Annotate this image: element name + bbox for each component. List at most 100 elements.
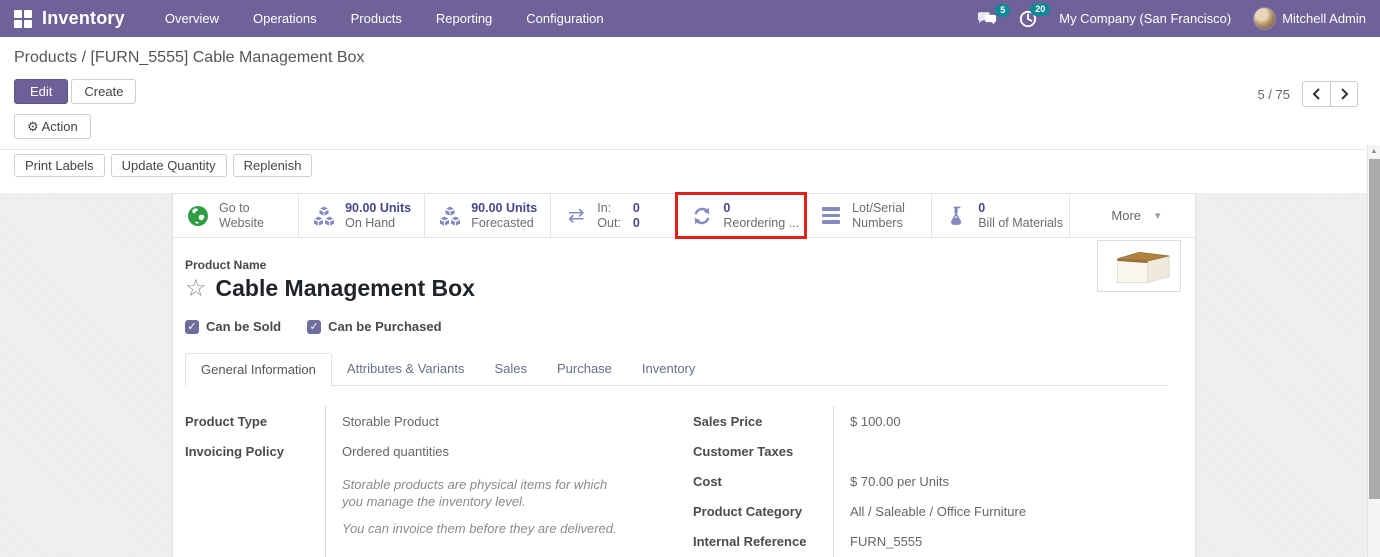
pager: 5 / 75 [1257,81,1366,107]
refresh-icon [690,206,714,226]
lot-serial-numbers-button[interactable]: Lot/Serial Numbers [806,194,933,237]
vertical-scrollbar[interactable]: ▲ [1367,145,1380,557]
nav-item-products[interactable]: Products [337,2,416,35]
product-type-label: Product Type [185,413,268,429]
customer-taxes-value[interactable] [833,436,1151,466]
field-row-internal-reference: Internal Reference FURN_5555 [693,526,1151,556]
company-switcher[interactable]: My Company (San Francisco) [1059,11,1231,26]
product-title: Cable Management Box [215,275,475,301]
bom-value: 0 [978,200,986,215]
flask-icon [945,206,969,226]
chevron-left-icon [1312,88,1320,100]
replenish-button[interactable]: Replenish [232,154,313,177]
storable-help-text: Storable products are physical items for… [325,466,647,553]
product-form-sheet: Go to Website 90.00 Units On Hand 90.00 … [172,192,1196,557]
edit-button[interactable]: Edit [14,79,69,104]
user-menu[interactable]: Mitchell Admin [1253,7,1366,30]
more-label: More [1111,208,1142,223]
go-to-website-button[interactable]: Go to Website [173,194,300,237]
reordering-value: 0 [723,200,731,215]
lot-serial-line1: Lot/Serial [852,200,905,215]
forecasted-stat-button[interactable]: 90.00 Units Forecasted [425,194,552,237]
apps-grid-icon[interactable] [14,9,32,28]
statusbar: Print Labels Update Quantity Replenish [0,149,1380,182]
print-labels-button[interactable]: Print Labels [14,154,105,177]
product-type-value[interactable]: Storable Product [325,406,647,436]
cost-value[interactable]: $ 70.00 per Units [833,466,1151,496]
tab-general-information[interactable]: General Information [185,353,332,386]
can-be-sold-label: Can be Sold [206,319,282,334]
sales-price-value[interactable]: $ 100.00 [833,406,1151,436]
field-row-unit-of-measure: Unit of Measure Units [185,553,647,557]
field-row-customer-taxes: Customer Taxes [693,436,1151,466]
bill-of-materials-stat-button[interactable]: 0 Bill of Materials [932,194,1070,237]
on-hand-value: 90.00 Units [345,200,412,215]
field-row-sales-price: Sales Price $ 100.00 [693,406,1151,436]
reordering-label: Reordering ... [723,215,800,230]
field-row-help-text: Storable products are physical items for… [185,466,647,553]
globe-icon [186,205,210,227]
nav-menu: Overview Operations Products Reporting C… [151,2,618,35]
go-to-website-line2: Website [219,215,264,230]
pager-next-button[interactable] [1330,81,1358,107]
reordering-rules-stat-button[interactable]: 0 Reordering ... [675,192,808,239]
caret-down-icon: ▾ [1155,210,1161,222]
messages-count-badge: 5 [995,3,1011,17]
go-to-website-line1: Go to [219,200,250,215]
tab-inventory[interactable]: Inventory [627,353,710,386]
can-be-purchased-checkbox[interactable]: ✓ Can be Purchased [307,319,442,334]
nav-item-reporting[interactable]: Reporting [422,2,506,35]
in-label: In: [597,200,612,215]
update-quantity-button[interactable]: Update Quantity [110,154,227,177]
messages-button[interactable]: 5 [977,3,1011,27]
favorite-star-icon[interactable]: ☆ [185,276,207,301]
bars-icon [822,207,841,224]
breadcrumb-current: [FURN_5555] Cable Management Box [90,49,365,66]
breadcrumb: Products / [FURN_5555] Cable Management … [14,49,1366,67]
internal-reference-value[interactable]: FURN_5555 [833,526,1151,556]
fields-right-column: Sales Price $ 100.00 Customer Taxes Cost… [693,406,1151,557]
tab-sales[interactable]: Sales [479,353,542,386]
create-button[interactable]: Create [71,79,137,104]
tab-attributes-variants[interactable]: Attributes & Variants [332,353,480,386]
chat-icon [978,11,997,25]
invoicing-policy-value[interactable]: Ordered quantities [325,436,647,466]
help-line-2: You can invoice them before they are del… [342,521,617,536]
scrollbar-thumb[interactable] [1369,159,1380,499]
transfer-arrows-icon: ⇄ [567,204,585,227]
action-button-label: Action [41,119,78,134]
cable-box-picture [1117,251,1170,284]
control-panel: Products / [FURN_5555] Cable Management … [0,37,1380,149]
can-be-sold-checkbox[interactable]: ✓ Can be Sold [185,319,281,334]
product-name-field-label: Product Name [185,258,267,272]
app-name[interactable]: Inventory [42,8,125,29]
unit-of-measure-value[interactable]: Units [325,553,647,557]
fields-left-column: Product Type Storable Product Invoicing … [185,406,647,557]
breadcrumb-products[interactable]: Products [14,49,77,66]
product-image[interactable] [1097,240,1181,292]
nav-item-configuration[interactable]: Configuration [512,2,617,35]
forecasted-value: 90.00 Units [471,200,538,215]
out-label: Out: [597,215,621,230]
nav-item-overview[interactable]: Overview [151,2,233,35]
nav-item-operations[interactable]: Operations [239,2,331,35]
cubes-icon [438,204,462,227]
pager-previous-button[interactable] [1302,81,1330,107]
invoicing-policy-label: Invoicing Policy [185,443,284,459]
field-row-product-category: Product Category All / Saleable / Office… [693,496,1151,526]
field-row-cost: Cost $ 70.00 per Units [693,466,1151,496]
on-hand-stat-button[interactable]: 90.00 Units On Hand [299,194,426,237]
field-row-invoicing-policy: Invoicing Policy Ordered quantities [185,436,647,466]
tab-purchase[interactable]: Purchase [542,353,627,386]
help-line-1: Storable products are physical items for… [342,477,608,509]
internal-reference-label: Internal Reference [693,533,807,549]
activities-button[interactable]: 20 [1019,2,1051,28]
notebook-tabs: General Information Attributes & Variant… [185,353,1167,386]
more-dropdown-button[interactable]: More ▾ [1070,194,1195,237]
product-category-value[interactable]: All / Saleable / Office Furniture [833,496,1151,526]
out-value: 0 [632,215,640,230]
chevron-right-icon [1340,88,1348,100]
in-out-stat-button[interactable]: ⇄ In: 0 Out: 0 [551,194,678,237]
action-button[interactable]: ⚙ Action [14,114,91,139]
scroll-up-icon[interactable]: ▲ [1368,145,1380,155]
